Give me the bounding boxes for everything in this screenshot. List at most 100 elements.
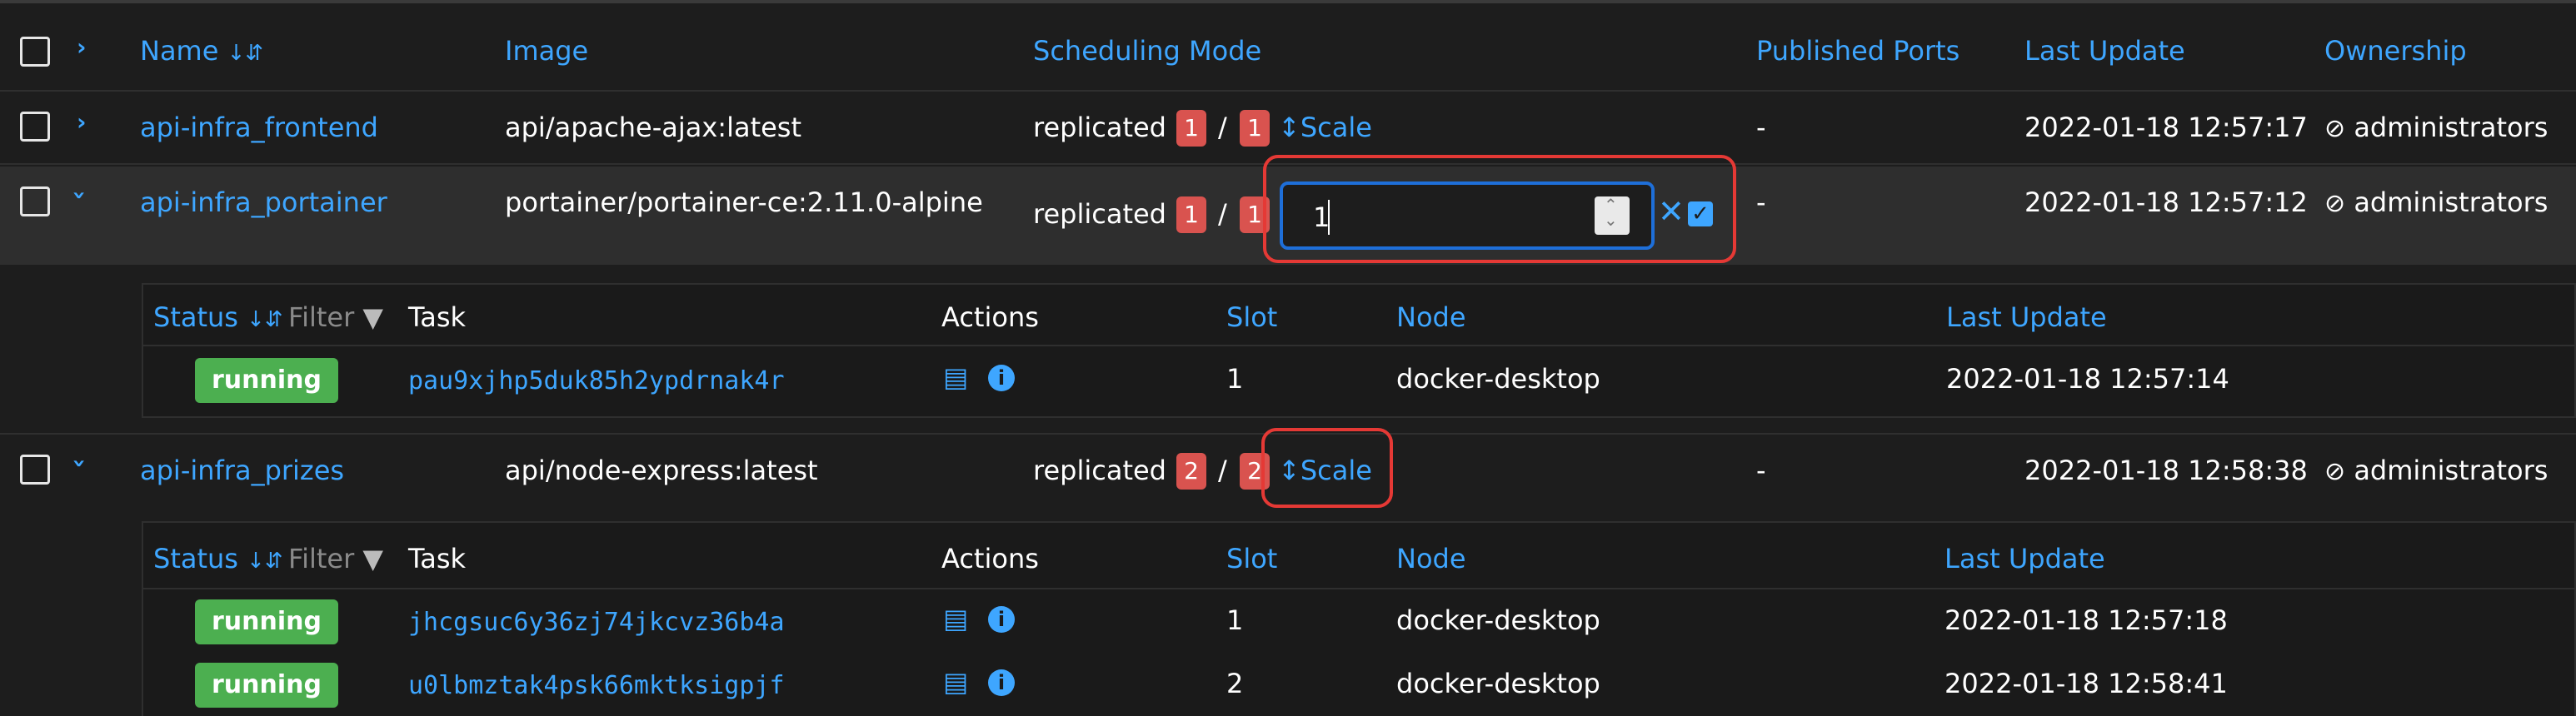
desired-count-badge: 1: [1240, 110, 1270, 147]
task-header-status-label: Status: [153, 543, 238, 574]
ownership-label: administrators: [2354, 112, 2549, 143]
column-header-name-label: Name: [140, 35, 219, 67]
sort-icon[interactable]: ↓⇵: [247, 549, 283, 574]
task-header-status-label: Status: [153, 301, 238, 333]
status-badge: running: [195, 599, 338, 644]
task-header-last-update[interactable]: Last Update: [1946, 301, 2107, 333]
published-ports: -: [1756, 186, 1766, 218]
scale-button[interactable]: ↕Scale: [1278, 112, 1372, 143]
ownership: ⊘ administrators: [2324, 186, 2548, 218]
scheduling-mode: replicated: [1033, 198, 1166, 230]
collapse-row-chevron-icon[interactable]: ›: [66, 459, 93, 469]
filter-label: Filter: [288, 543, 355, 574]
highlight-box-scale-button: [1261, 428, 1393, 508]
task-slot: 1: [1226, 604, 1244, 636]
replica-separator: /: [1218, 198, 1227, 230]
filter-icon: ▼: [362, 543, 384, 574]
subtable-divider: [142, 588, 2576, 589]
task-last-update: 2022-01-18 12:58:41: [1944, 668, 2228, 699]
task-node: docker-desktop: [1396, 604, 1600, 636]
filter-label: Filter: [288, 301, 355, 333]
ownership: ⊘ administrators: [2324, 112, 2548, 143]
task-header-status[interactable]: Status ↓⇵: [153, 543, 283, 574]
task-header-status[interactable]: Status ↓⇵: [153, 301, 283, 333]
replica-separator: /: [1218, 455, 1227, 486]
task-node: docker-desktop: [1396, 363, 1600, 395]
task-node: docker-desktop: [1396, 668, 1600, 699]
task-slot: 2: [1226, 668, 1244, 699]
task-slot: 1: [1226, 363, 1244, 395]
ownership: ⊘ administrators: [2324, 455, 2548, 486]
published-ports: -: [1756, 455, 1766, 486]
published-ports: -: [1756, 112, 1766, 143]
task-header-node[interactable]: Node: [1396, 301, 1466, 333]
column-header-published-ports[interactable]: Published Ports: [1756, 35, 1959, 67]
running-count-badge: 2: [1176, 453, 1206, 490]
services-table: › Name ↓⇵ Image Scheduling Mode Publishe…: [0, 0, 2576, 716]
task-last-update: 2022-01-18 12:57:18: [1944, 604, 2228, 636]
task-header-node[interactable]: Node: [1396, 543, 1466, 574]
eye-slash-icon: ⊘: [2324, 189, 2346, 218]
logs-document-icon[interactable]: ▤: [943, 361, 968, 393]
inspect-info-icon[interactable]: i: [988, 365, 1015, 391]
service-image: portainer/portainer-ce:2.11.0-alpine: [505, 186, 983, 218]
status-badge: running: [195, 358, 338, 403]
column-header-ownership[interactable]: Ownership: [2324, 35, 2467, 67]
task-id-link[interactable]: jhcgsuc6y36zj74jkcvz36b4a: [408, 608, 785, 637]
scheduling-mode: replicated: [1033, 455, 1166, 486]
collapse-row-chevron-icon[interactable]: ›: [66, 191, 93, 201]
row-divider: [0, 90, 2576, 92]
logs-document-icon[interactable]: ▤: [943, 666, 968, 698]
row-checkbox[interactable]: [20, 112, 50, 142]
service-name-link[interactable]: api-infra_prizes: [140, 455, 344, 486]
highlight-box-scale-input: [1263, 155, 1736, 263]
ownership-label: administrators: [2354, 186, 2549, 218]
row-checkbox[interactable]: [20, 455, 50, 485]
subtable-divider: [142, 345, 2576, 346]
service-name-link[interactable]: api-infra_frontend: [140, 112, 378, 143]
last-update: 2022-01-18 12:57:12: [2024, 186, 2308, 218]
scale-arrows-icon: ↕: [1278, 112, 1300, 143]
replica-separator: /: [1218, 112, 1227, 143]
column-header-scheduling-mode[interactable]: Scheduling Mode: [1033, 35, 1261, 67]
top-border: [0, 0, 2576, 3]
filter-icon: ▼: [362, 301, 384, 333]
running-count-badge: 1: [1176, 110, 1206, 147]
task-header-last-update[interactable]: Last Update: [1944, 543, 2105, 574]
service-image: api/node-express:latest: [505, 455, 818, 486]
scheduling-mode: replicated: [1033, 112, 1166, 143]
inspect-info-icon[interactable]: i: [988, 669, 1015, 696]
task-header-slot[interactable]: Slot: [1226, 301, 1277, 333]
task-header-slot[interactable]: Slot: [1226, 543, 1277, 574]
sort-icon[interactable]: ↓⇵: [247, 307, 283, 332]
task-header-task: Task: [408, 543, 467, 574]
sort-icon[interactable]: ↓⇵: [227, 41, 264, 66]
task-header-task: Task: [408, 301, 467, 333]
row-checkbox[interactable]: [20, 186, 50, 216]
running-count-badge: 1: [1176, 196, 1206, 233]
task-header-actions: Actions: [941, 543, 1039, 574]
eye-slash-icon: ⊘: [2324, 114, 2346, 143]
column-header-image[interactable]: Image: [505, 35, 588, 67]
task-header-actions: Actions: [941, 301, 1039, 333]
status-badge: running: [195, 663, 338, 708]
logs-document-icon[interactable]: ▤: [943, 603, 968, 634]
service-name-link[interactable]: api-infra_portainer: [140, 186, 387, 218]
task-id-link[interactable]: u0lbmztak4psk66mktksigpjf: [408, 671, 785, 700]
service-image: api/apache-ajax:latest: [505, 112, 802, 143]
ownership-label: administrators: [2354, 455, 2549, 486]
last-update: 2022-01-18 12:57:17: [2024, 112, 2308, 143]
expand-row-chevron-icon[interactable]: ›: [77, 108, 87, 136]
scale-label: Scale: [1300, 112, 1372, 143]
eye-slash-icon: ⊘: [2324, 457, 2346, 486]
select-all-checkbox[interactable]: [20, 37, 50, 67]
status-filter[interactable]: Filter ▼: [288, 301, 383, 333]
tasks-subtable: [142, 283, 2576, 418]
expand-all-chevron-icon[interactable]: ›: [77, 33, 87, 61]
column-header-name[interactable]: Name ↓⇵: [140, 35, 263, 67]
last-update: 2022-01-18 12:58:38: [2024, 455, 2308, 486]
column-header-last-update[interactable]: Last Update: [2024, 35, 2185, 67]
status-filter[interactable]: Filter ▼: [288, 543, 383, 574]
inspect-info-icon[interactable]: i: [988, 606, 1015, 633]
task-id-link[interactable]: pau9xjhp5duk85h2ypdrnak4r: [408, 366, 785, 395]
